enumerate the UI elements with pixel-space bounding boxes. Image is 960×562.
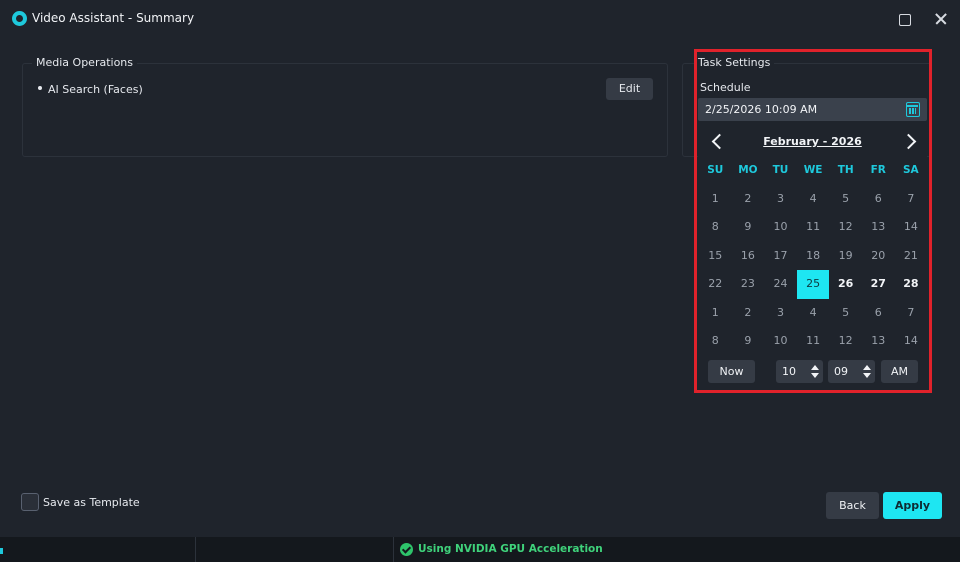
apply-button[interactable]: Apply — [883, 492, 942, 519]
hour-value[interactable]: 10 — [782, 365, 796, 378]
window-title: Video Assistant - Summary — [32, 11, 195, 25]
calendar-day[interactable]: 2 — [732, 299, 765, 327]
calendar-day[interactable]: 8 — [699, 213, 732, 241]
calendar-day[interactable]: 13 — [862, 213, 895, 241]
calendar-day[interactable]: 6 — [862, 185, 895, 213]
calendar-day[interactable]: 13 — [862, 327, 895, 355]
caret-down-icon[interactable] — [810, 372, 820, 381]
ampm-toggle[interactable]: AM — [881, 360, 918, 383]
calendar-day[interactable]: 28 — [895, 270, 928, 298]
calendar-day[interactable]: 11 — [797, 327, 830, 355]
calendar-day[interactable]: 5 — [829, 299, 862, 327]
minute-stepper[interactable]: 09 — [828, 360, 875, 383]
calendar-day[interactable]: 21 — [895, 242, 928, 270]
weekday-label: FR — [870, 164, 886, 176]
maximize-icon[interactable] — [893, 8, 915, 30]
title-bar: Video Assistant - Summary — [0, 0, 960, 38]
calendar-day[interactable]: 4 — [797, 299, 830, 327]
date-picker: February - 2026 SU MO TU WE TH FR SA 123456789… — [698, 122, 927, 390]
edit-button[interactable]: Edit — [606, 78, 653, 100]
calendar-day[interactable]: 1 — [699, 299, 732, 327]
calendar-day[interactable]: 15 — [699, 242, 732, 270]
back-button[interactable]: Back — [826, 492, 879, 519]
calendar-day[interactable]: 9 — [732, 213, 765, 241]
calendar-day[interactable]: 11 — [797, 213, 830, 241]
now-button[interactable]: Now — [708, 360, 755, 383]
media-operations-title: Media Operations — [32, 56, 138, 69]
calendar-day[interactable]: 7 — [895, 299, 928, 327]
calendar-day[interactable]: 8 — [699, 327, 732, 355]
status-divider — [393, 537, 394, 562]
month-label[interactable]: February - 2026 — [698, 135, 927, 148]
status-divider — [195, 537, 196, 562]
weekday-label: WE — [803, 164, 823, 176]
weekday-label: MO — [738, 164, 758, 176]
calendar-day[interactable]: 3 — [764, 299, 797, 327]
calendar-day[interactable]: 14 — [895, 213, 928, 241]
weekday-label: TU — [772, 164, 789, 176]
hour-stepper[interactable]: 10 — [776, 360, 823, 383]
caret-down-icon[interactable] — [862, 372, 872, 381]
calendar-day[interactable]: 23 — [732, 270, 765, 298]
save-template-label[interactable]: Save as Template — [43, 496, 140, 509]
calendar-day[interactable]: 19 — [829, 242, 862, 270]
status-bar: Using NVIDIA GPU Acceleration — [0, 537, 960, 562]
task-settings-title: Task Settings — [694, 56, 775, 69]
calendar-day[interactable]: 7 — [895, 185, 928, 213]
gpu-status-label: Using NVIDIA GPU Acceleration — [418, 543, 603, 555]
calendar-icon[interactable] — [906, 102, 920, 117]
chevron-right-icon[interactable] — [903, 134, 917, 148]
close-icon[interactable] — [930, 8, 952, 30]
calendar-day[interactable]: 24 — [764, 270, 797, 298]
calendar-day[interactable]: 26 — [829, 270, 862, 298]
schedule-date-input[interactable]: 2/25/2026 10:09 AM — [698, 98, 927, 121]
calendar-day[interactable]: 18 — [797, 242, 830, 270]
calendar-day[interactable]: 10 — [764, 213, 797, 241]
calendar-day[interactable]: 25 — [796, 270, 830, 299]
weekday-label: TH — [837, 164, 854, 176]
app-logo-icon — [12, 11, 27, 26]
calendar-day[interactable]: 6 — [862, 299, 895, 327]
caret-up-icon[interactable] — [810, 363, 820, 372]
weekday-label: SU — [707, 164, 724, 176]
check-circle-icon — [400, 543, 413, 556]
resize-grip-icon — [0, 548, 3, 554]
calendar-day[interactable]: 2 — [732, 185, 765, 213]
minute-value[interactable]: 09 — [834, 365, 848, 378]
schedule-date-value: 2/25/2026 10:09 AM — [705, 103, 818, 116]
calendar-day[interactable]: 5 — [829, 185, 862, 213]
media-operations-panel — [22, 63, 668, 157]
calendar-day[interactable]: 4 — [797, 185, 830, 213]
weekday-header: SU MO TU WE TH FR SA — [699, 164, 927, 176]
schedule-label: Schedule — [700, 81, 751, 94]
bullet-icon — [38, 86, 42, 90]
day-grid: 1 2 3 4 5 6 7 8 9 10 11 12 13 14 15 16 17 18 19 20 21 22 23 24 2… — [699, 185, 927, 355]
calendar-day[interactable]: 12 — [829, 327, 862, 355]
media-operation-item: AI Search (Faces) — [48, 83, 143, 96]
calendar-day[interactable]: 27 — [862, 270, 895, 298]
caret-up-icon[interactable] — [862, 363, 872, 372]
calendar-day[interactable]: 12 — [829, 213, 862, 241]
calendar-day[interactable]: 3 — [764, 185, 797, 213]
calendar-day[interactable]: 9 — [732, 327, 765, 355]
calendar-day[interactable]: 20 — [862, 242, 895, 270]
save-template-checkbox[interactable] — [21, 493, 39, 511]
calendar-day[interactable]: 17 — [764, 242, 797, 270]
calendar-day[interactable]: 22 — [699, 270, 732, 298]
weekday-label: SA — [903, 164, 919, 176]
calendar-day[interactable]: 10 — [764, 327, 797, 355]
calendar-day[interactable]: 16 — [732, 242, 765, 270]
calendar-day[interactable]: 14 — [895, 327, 928, 355]
calendar-day[interactable]: 1 — [699, 185, 732, 213]
